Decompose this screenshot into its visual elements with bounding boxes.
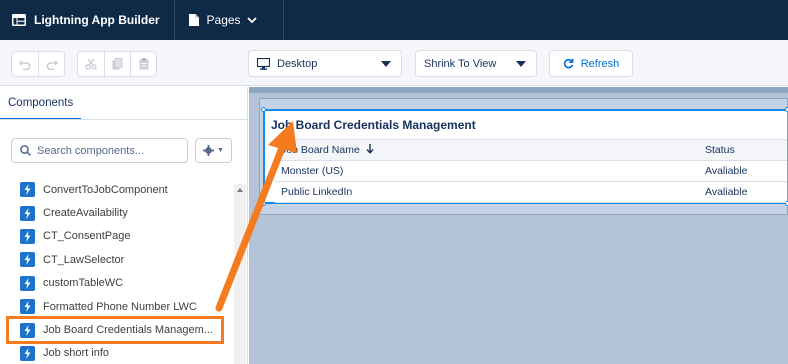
view-select-value: Shrink To View	[424, 57, 497, 70]
list-item-label: CT_ConsentPage	[43, 230, 131, 243]
column-header-status[interactable]: Status	[699, 139, 787, 161]
list-item[interactable]: CT_ConsentPage	[0, 225, 232, 248]
list-item-label: Job short info	[43, 347, 110, 360]
pages-menu-button[interactable]: Pages	[175, 0, 284, 40]
table-cell: Avaliable	[699, 160, 787, 182]
list-item-label: CT_LawSelector	[43, 253, 125, 266]
list-item-highlighted[interactable]: Job Board Credentials Managem...	[6, 316, 224, 344]
desktop-icon	[257, 57, 270, 70]
lightning-bolt-icon	[20, 252, 35, 268]
pages-label: Pages	[206, 13, 241, 27]
chevron-down-icon: ▼	[217, 147, 224, 154]
card-title: Job Board Credentials Management	[271, 118, 476, 132]
refresh-label: Refresh	[580, 57, 620, 70]
table-icon	[12, 14, 26, 26]
table-cell: Monster (US)	[275, 160, 699, 182]
table-header-row: Job Board Name Status	[275, 139, 787, 161]
search-box	[11, 138, 188, 163]
app-header: Lightning App Builder Pages	[0, 0, 788, 40]
list-item[interactable]: CreateAvailability	[0, 201, 232, 224]
undo-icon	[19, 59, 31, 70]
list-item-label: ConvertToJobComponent	[43, 183, 168, 196]
history-button-group	[11, 51, 65, 77]
table-cell: Public LinkedIn	[275, 181, 699, 203]
refresh-button[interactable]: Refresh	[549, 50, 633, 77]
paste-icon	[139, 58, 148, 70]
lightning-bolt-icon	[20, 322, 35, 338]
paste-button[interactable]	[130, 52, 156, 76]
column-header-job-board-name[interactable]: Job Board Name	[275, 139, 699, 161]
tab-components[interactable]: Components	[0, 87, 82, 120]
lightning-bolt-icon	[20, 299, 35, 315]
component-list: ConvertToJobComponent CreateAvailability…	[0, 178, 232, 364]
view-select[interactable]: Shrink To View	[415, 50, 537, 77]
data-table: Job Board Name Status Monster (US) Avali…	[275, 139, 787, 203]
scroll-up-arrow-icon[interactable]	[237, 188, 243, 192]
redo-icon	[46, 59, 58, 70]
lightning-bolt-icon	[20, 205, 35, 221]
chevron-down-icon	[246, 16, 257, 23]
list-item[interactable]: Formatted Phone Number LWC	[0, 295, 232, 318]
list-item[interactable]: CT_LawSelector	[0, 248, 232, 271]
table-row: Public LinkedIn Avaliable	[275, 181, 787, 203]
dropdown-caret-icon	[381, 61, 391, 67]
sort-arrow-down-icon[interactable]	[366, 144, 374, 154]
lightning-bolt-icon	[20, 275, 35, 291]
list-item-label: CreateAvailability	[43, 207, 128, 220]
copy-button[interactable]	[104, 52, 130, 76]
cut-icon	[85, 58, 97, 70]
scrollbar[interactable]	[234, 184, 246, 364]
device-select-value: Desktop	[277, 57, 318, 70]
search-input[interactable]	[37, 144, 177, 157]
list-item[interactable]: Job short info	[0, 342, 232, 364]
lightning-bolt-icon	[20, 182, 35, 198]
list-item-label: Formatted Phone Number LWC	[43, 300, 197, 313]
settings-menu-button[interactable]: ▼	[195, 138, 232, 163]
resize-handle[interactable]	[261, 107, 266, 112]
lightning-bolt-icon	[20, 345, 35, 361]
refresh-icon	[563, 58, 574, 69]
redo-button[interactable]	[38, 52, 64, 76]
device-select[interactable]: Desktop	[248, 50, 402, 77]
dropdown-caret-icon	[516, 61, 526, 67]
copy-icon	[112, 58, 123, 70]
lightning-bolt-icon	[20, 228, 35, 244]
list-item-label: customTableWC	[43, 277, 124, 290]
clipboard-button-group	[77, 51, 157, 77]
toolbar: Desktop Shrink To View Refresh	[0, 40, 788, 86]
table-row: Monster (US) Avaliable	[275, 160, 787, 182]
gear-icon	[203, 145, 215, 156]
list-item[interactable]: ConvertToJobComponent	[0, 178, 232, 201]
search-icon	[20, 145, 31, 156]
canvas-top-strip	[249, 87, 788, 93]
list-item[interactable]: customTableWC	[0, 272, 232, 295]
selected-component-card[interactable]: Job Board Credentials Management Job Boa…	[261, 107, 788, 206]
page-icon	[188, 14, 199, 26]
undo-button[interactable]	[12, 52, 38, 76]
cut-button[interactable]	[78, 52, 104, 76]
resize-handle[interactable]	[261, 201, 266, 206]
page-canvas: Job Board Credentials Management Job Boa…	[249, 87, 788, 364]
column-header-label: Job Board Name	[281, 144, 360, 156]
tab-divider	[0, 119, 248, 120]
components-panel: Components ▼ ConvertToJobComponent Creat…	[0, 87, 248, 364]
table-cell: Avaliable	[699, 181, 787, 203]
app-title[interactable]: Lightning App Builder	[0, 0, 175, 40]
list-item-label: Job Board Credentials Managem...	[43, 324, 213, 337]
app-title-label: Lightning App Builder	[34, 13, 160, 27]
